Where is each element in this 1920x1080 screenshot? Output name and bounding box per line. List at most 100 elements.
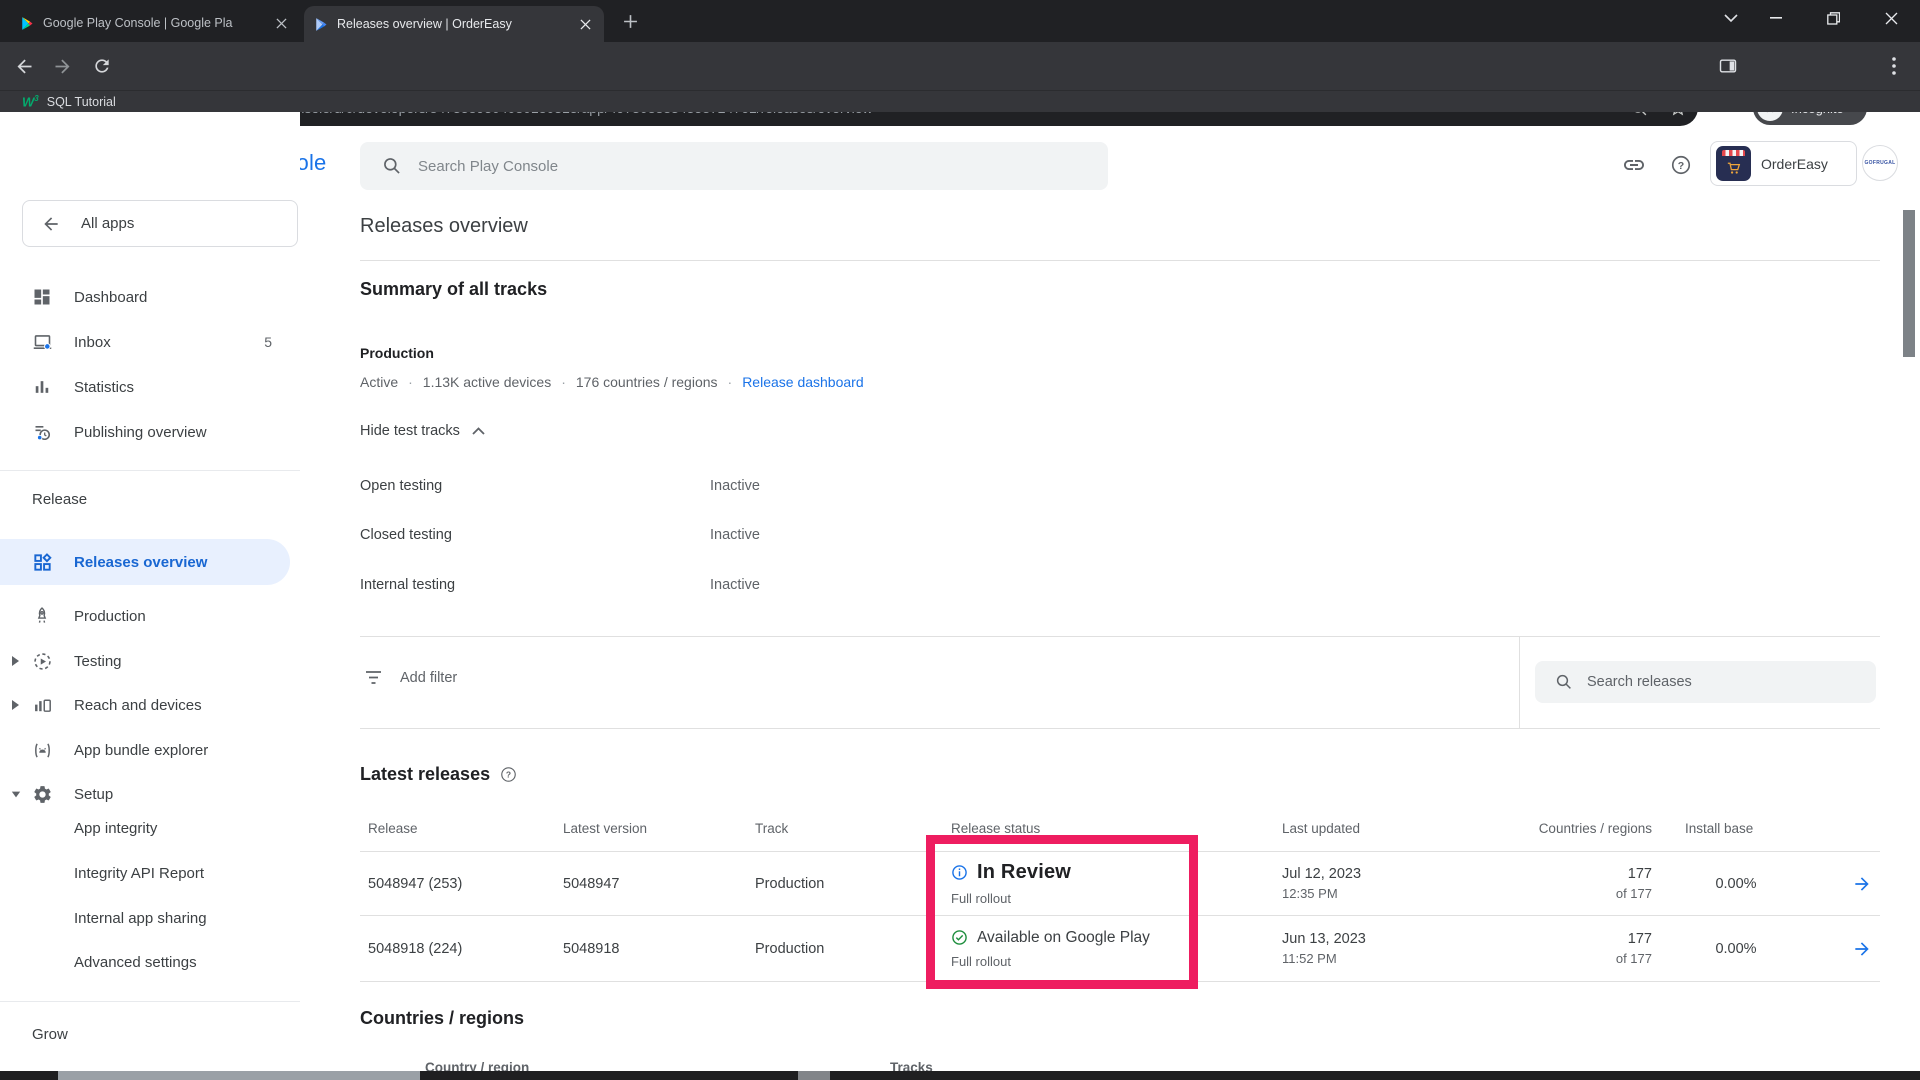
search-releases-input[interactable] bbox=[1587, 674, 1876, 690]
console-search[interactable] bbox=[360, 142, 1108, 190]
sidebar-divider bbox=[0, 470, 300, 471]
sidebar-item-internal-app-sharing[interactable]: Internal app sharing bbox=[0, 896, 300, 940]
latest-releases-table: Release Latest version Track Release sta… bbox=[360, 806, 1880, 982]
sidebar-item-label: App bundle explorer bbox=[74, 742, 208, 759]
account-avatar[interactable]: GOFRUGAL bbox=[1862, 145, 1898, 181]
countries-cell: 177 of 177 bbox=[1533, 866, 1672, 901]
sidebar-item-app-integrity[interactable]: App integrity bbox=[0, 806, 300, 850]
col-latest-version: Latest version bbox=[563, 821, 755, 836]
sidebar: All apps Dashboard Inbox 5 Statistics bbox=[0, 112, 300, 1080]
console-search-input[interactable] bbox=[418, 158, 1108, 175]
release-name: 5048918 (224) bbox=[368, 941, 563, 957]
latest-version: 5048918 bbox=[563, 941, 755, 957]
sidebar-item-integrity-api-report[interactable]: Integrity API Report bbox=[0, 851, 300, 895]
sidebar-item-publishing-overview[interactable]: Publishing overview bbox=[0, 410, 300, 454]
install-base-value: 0.00% bbox=[1672, 876, 1800, 892]
help-icon[interactable]: ? bbox=[500, 766, 517, 783]
rollout-detail: Full rollout bbox=[951, 891, 1282, 906]
bottom-strip-segment bbox=[58, 1071, 420, 1080]
window-restore-button[interactable] bbox=[1810, 0, 1856, 36]
expand-right-icon[interactable] bbox=[11, 655, 21, 667]
rollout-detail: Full rollout bbox=[951, 954, 1282, 969]
window-minimize-button[interactable] bbox=[1753, 0, 1799, 36]
sidebar-item-label: Setup bbox=[74, 786, 113, 803]
side-panel-icon[interactable] bbox=[1716, 54, 1740, 78]
tab-close-icon[interactable] bbox=[273, 15, 290, 32]
new-tab-button[interactable] bbox=[620, 11, 640, 31]
forward-icon[interactable] bbox=[50, 54, 74, 78]
search-releases[interactable] bbox=[1535, 661, 1876, 703]
table-row[interactable]: 5048947 (253) 5048947 Production In Revi… bbox=[360, 852, 1880, 916]
info-icon bbox=[951, 864, 968, 881]
browser-tabstrip: Google Play Console | Google Pla Release… bbox=[0, 0, 1920, 42]
test-track-status: Inactive bbox=[710, 527, 760, 543]
sidebar-item-label: App integrity bbox=[74, 820, 157, 837]
bookmark-item[interactable]: SQL Tutorial bbox=[47, 95, 116, 109]
active-devices: 1.13K active devices bbox=[423, 374, 551, 390]
w3schools-icon: W3 bbox=[22, 94, 39, 109]
expand-right-icon[interactable] bbox=[11, 699, 21, 711]
release-dashboard-link[interactable]: Release dashboard bbox=[742, 374, 863, 390]
sidebar-item-statistics[interactable]: Statistics bbox=[0, 365, 300, 409]
inbox-icon bbox=[30, 332, 54, 353]
current-app-selector[interactable]: OrderEasy bbox=[1710, 141, 1857, 186]
all-apps-button[interactable]: All apps bbox=[22, 200, 298, 247]
all-apps-label: All apps bbox=[81, 215, 134, 232]
col-last-updated: Last updated bbox=[1282, 821, 1533, 836]
tab-close-icon[interactable] bbox=[577, 16, 594, 33]
filter-icon bbox=[366, 671, 385, 685]
open-release-arrow-icon[interactable] bbox=[1800, 939, 1880, 959]
sidebar-item-reach-and-devices[interactable]: Reach and devices bbox=[0, 683, 300, 727]
sidebar-item-advanced-settings[interactable]: Advanced settings bbox=[0, 940, 300, 984]
window-close-button[interactable] bbox=[1868, 0, 1914, 36]
test-track-status: Inactive bbox=[710, 478, 760, 494]
vertical-scrollbar-thumb[interactable] bbox=[1903, 210, 1915, 357]
open-release-arrow-icon[interactable] bbox=[1800, 874, 1880, 894]
tab-google-play-console[interactable]: Google Play Console | Google Pla bbox=[10, 8, 300, 38]
test-track-name: Closed testing bbox=[360, 527, 452, 543]
add-filter-button[interactable]: Add filter bbox=[366, 670, 457, 686]
sidebar-item-testing[interactable]: Testing bbox=[0, 639, 300, 683]
add-filter-label: Add filter bbox=[400, 670, 457, 686]
reload-icon[interactable] bbox=[90, 54, 114, 78]
sidebar-item-label: Integrity API Report bbox=[74, 865, 204, 882]
tab-releases-overview[interactable]: Releases overview | OrderEasy bbox=[304, 6, 604, 42]
countries-value: 177 bbox=[1533, 866, 1652, 882]
google-play-favicon bbox=[20, 16, 35, 31]
divider bbox=[360, 636, 1880, 637]
sidebar-item-label: Statistics bbox=[74, 379, 134, 396]
countries-total: of 177 bbox=[1533, 886, 1652, 901]
sidebar-item-label: Advanced settings bbox=[74, 954, 197, 971]
hide-test-tracks-toggle[interactable]: Hide test tracks bbox=[360, 423, 485, 439]
back-icon[interactable] bbox=[12, 54, 36, 78]
latest-version: 5048947 bbox=[563, 876, 755, 892]
link-icon[interactable] bbox=[1622, 153, 1646, 177]
browser-menu-icon[interactable] bbox=[1882, 54, 1906, 78]
countries-cell: 177 of 177 bbox=[1533, 931, 1672, 966]
hide-test-tracks-label: Hide test tracks bbox=[360, 423, 460, 439]
release-status-cell: In Review Full rollout bbox=[951, 861, 1282, 906]
sidebar-item-inbox[interactable]: Inbox 5 bbox=[0, 320, 300, 364]
screen: Google Play Console | Google Pla Release… bbox=[0, 0, 1920, 1080]
table-row[interactable]: 5048918 (224) 5048918 Production Availab… bbox=[360, 916, 1880, 982]
sidebar-item-dashboard[interactable]: Dashboard bbox=[0, 275, 300, 319]
sidebar-item-production[interactable]: Production bbox=[0, 594, 300, 638]
tab-search-icon[interactable] bbox=[1708, 0, 1754, 36]
chevron-up-icon bbox=[472, 427, 485, 435]
sidebar-item-releases-overview[interactable]: Releases overview bbox=[0, 539, 290, 585]
reach-and-devices-icon bbox=[30, 695, 54, 716]
divider bbox=[360, 728, 1880, 729]
install-base-value: 0.00% bbox=[1672, 941, 1800, 957]
expand-down-icon[interactable] bbox=[11, 790, 21, 799]
track-name: Production bbox=[755, 876, 951, 892]
bookmarks-bar: W3 SQL Tutorial bbox=[0, 90, 1920, 112]
browser-toolbar: play.google.com/console/u/0/developers/8… bbox=[0, 42, 1920, 90]
countries-count: 176 countries / regions bbox=[576, 374, 718, 390]
production-rocket-icon bbox=[30, 606, 54, 626]
avatar-text: GOFRUGAL bbox=[1864, 160, 1895, 166]
countries-value: 177 bbox=[1533, 931, 1652, 947]
help-icon[interactable]: ? bbox=[1670, 154, 1692, 176]
track-status: Active bbox=[360, 374, 398, 390]
countries-regions-heading: Countries / regions bbox=[360, 1008, 524, 1029]
sidebar-item-app-bundle-explorer[interactable]: App bundle explorer bbox=[0, 728, 300, 772]
